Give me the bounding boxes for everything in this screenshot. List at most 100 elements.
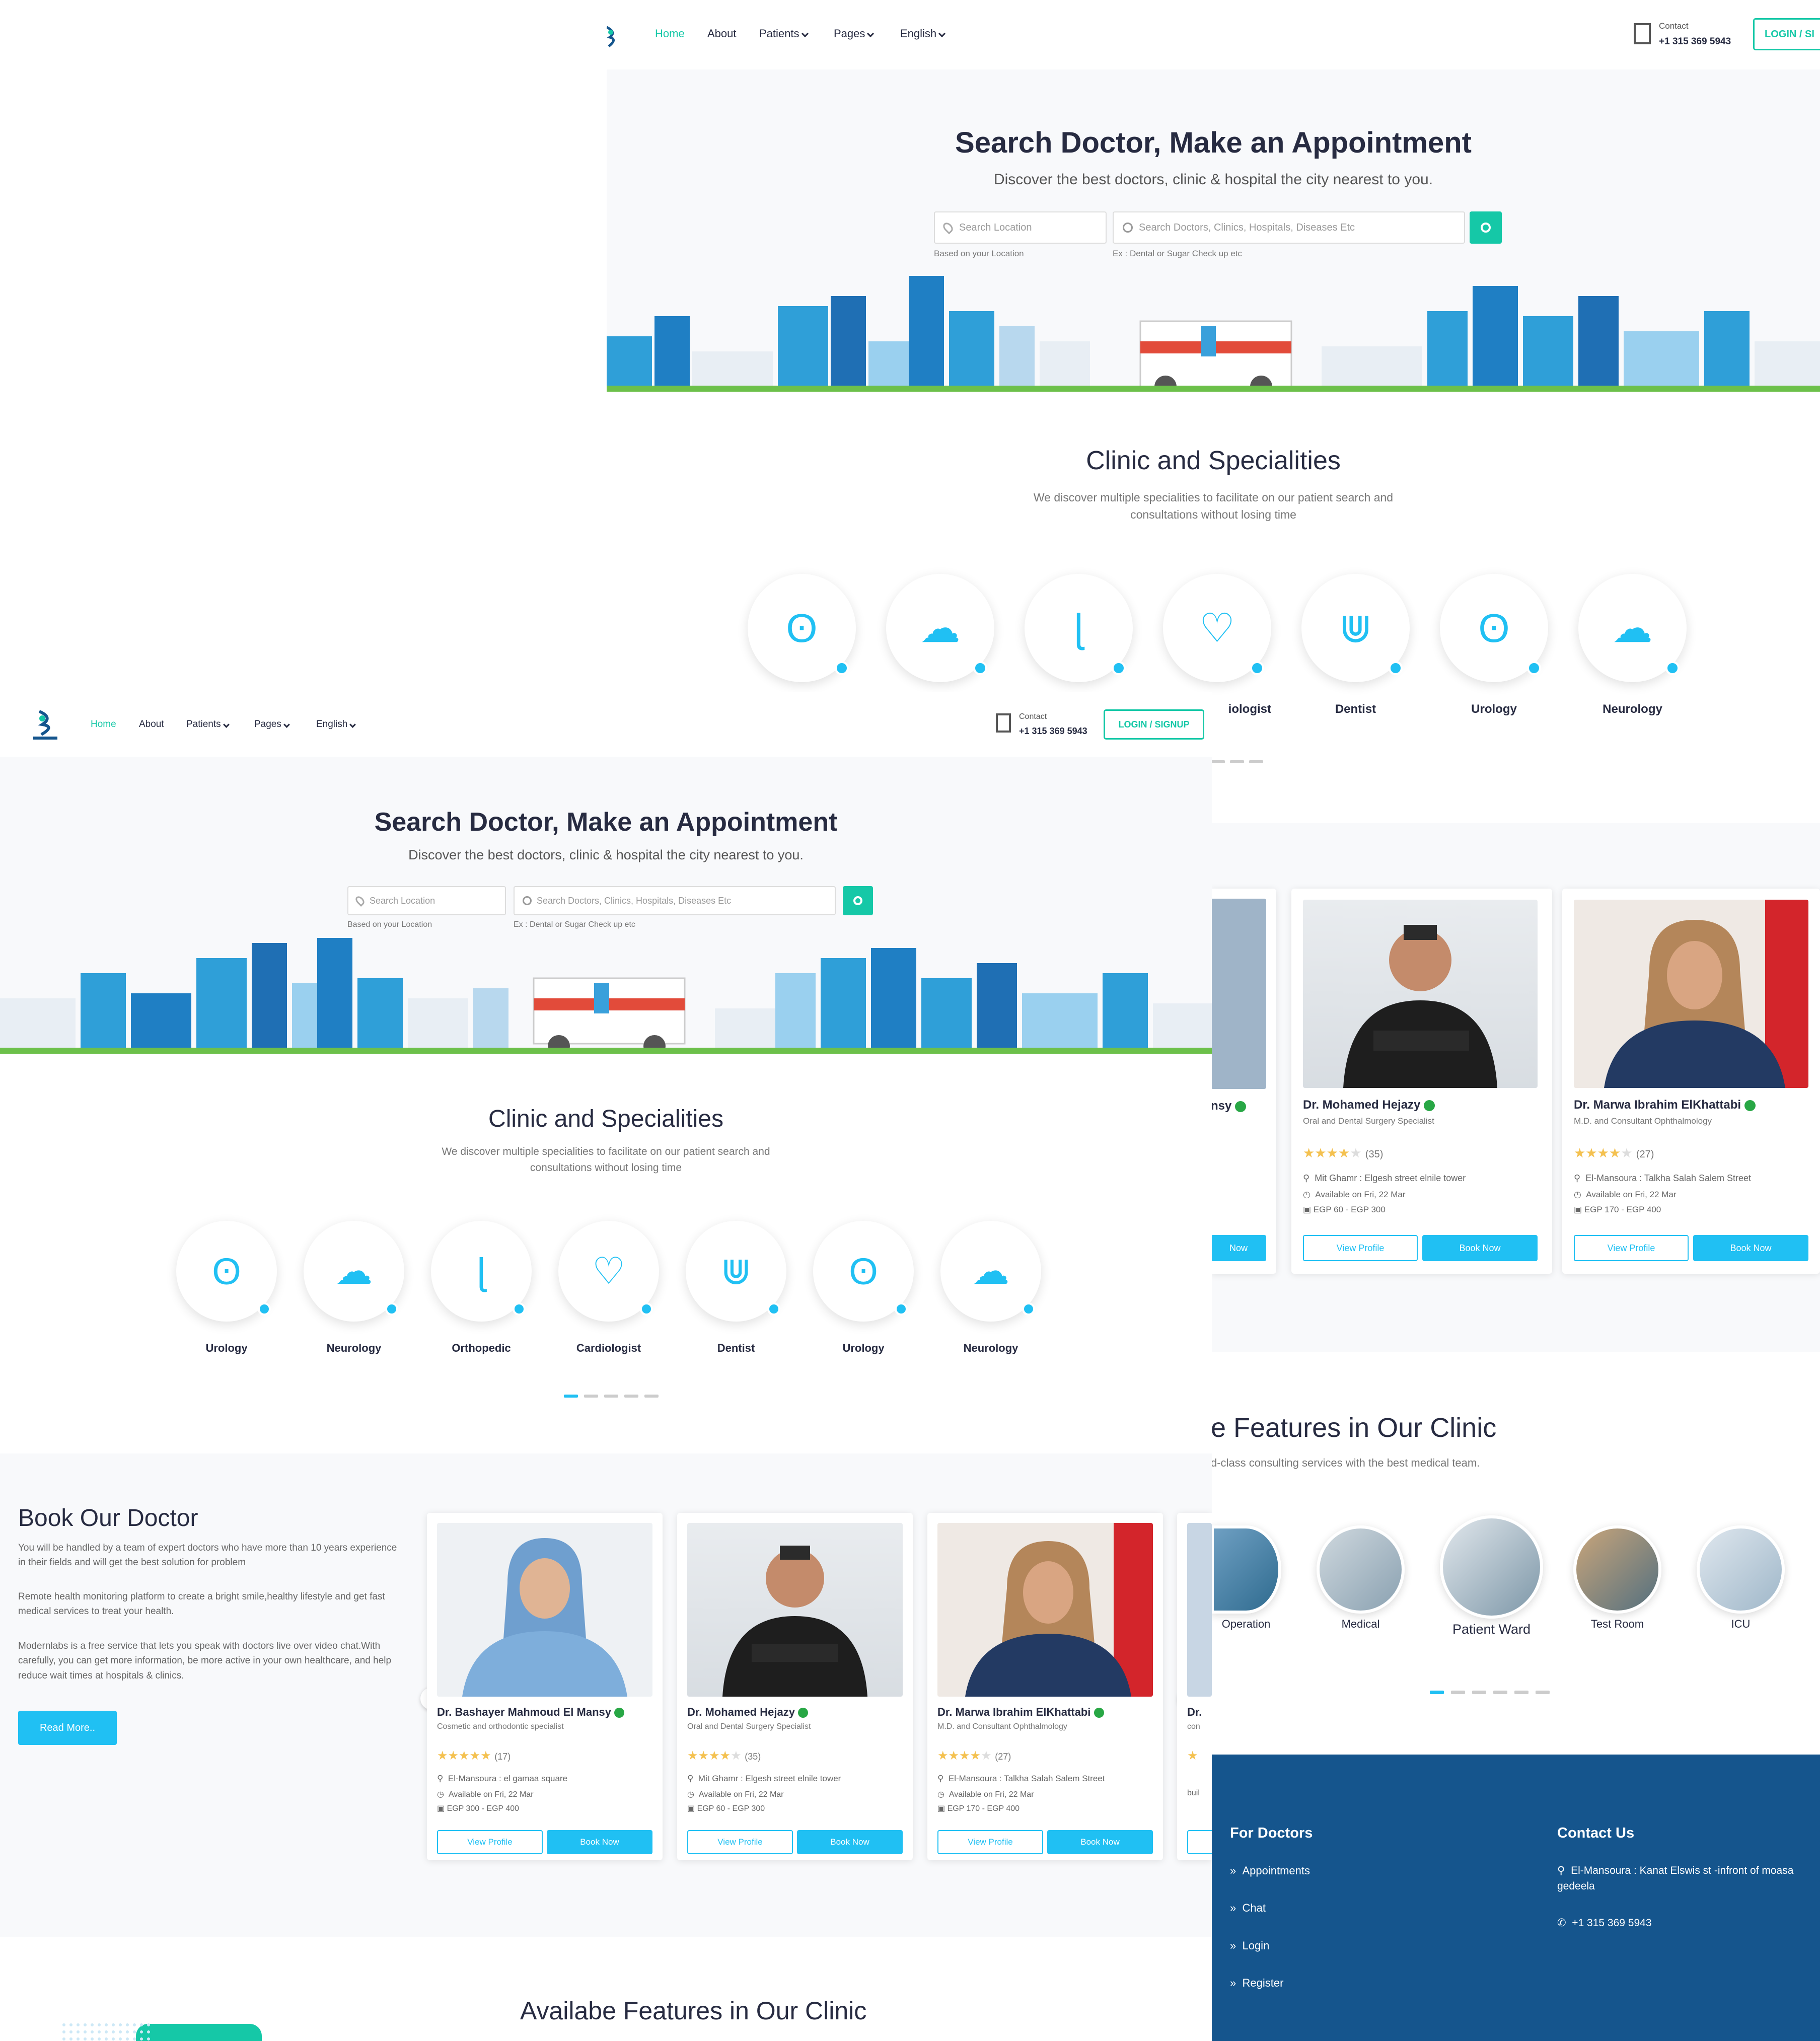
doctor-name[interactable]: Dr. Bashayer Mahmoud El Mansy — [437, 1706, 625, 1719]
view-profile-button[interactable]: View Profile — [1303, 1235, 1418, 1261]
feature-item[interactable]: Operation — [1211, 1525, 1281, 1631]
nav-home[interactable]: Home — [655, 27, 685, 40]
book-now-button[interactable]: Now — [1211, 1235, 1266, 1261]
kidney-icon: ʘ — [212, 1250, 241, 1292]
view-profile-button[interactable]: View Profile — [687, 1830, 793, 1854]
speciality-item[interactable]: ʘ Urology — [176, 1221, 277, 1355]
speciality-item[interactable]: ☁ Neurology — [304, 1221, 404, 1355]
feature-item[interactable]: ICU — [1697, 1525, 1785, 1631]
book-now-button[interactable]: Book Now — [1047, 1830, 1153, 1854]
speciality-item[interactable]: ♡ Cardiologist — [558, 1221, 659, 1355]
speciality-item[interactable]: ☁ — [886, 574, 994, 682]
speciality-item[interactable]: ɭ — [1025, 574, 1133, 682]
nav-pages[interactable]: Pages — [254, 719, 290, 730]
carousel-dot[interactable] — [1430, 1691, 1444, 1694]
carousel-dot[interactable] — [1493, 1691, 1507, 1694]
doctor-name-cut[interactable]: nsy — [1211, 1099, 1247, 1113]
doctor-search-input[interactable]: Search Doctors, Clinics, Hospitals, Dise… — [514, 886, 836, 915]
doctor-name[interactable]: Dr. Marwa Ibrahim ElKhattabi — [937, 1706, 1104, 1719]
nav-about[interactable]: About — [707, 27, 737, 40]
footer-link-appointments[interactable]: » Appointments — [1230, 1864, 1310, 1877]
feature-item[interactable]: Medical — [1317, 1525, 1405, 1631]
nav-pages[interactable]: Pages — [834, 27, 875, 40]
doctor-photo[interactable] — [1187, 1523, 1212, 1697]
doctor-name[interactable]: Dr. Marwa Ibrahim ElKhattabi — [1574, 1098, 1756, 1112]
footer-phone[interactable]: ✆ +1 315 369 5943 — [1557, 1917, 1652, 1929]
search-button[interactable] — [843, 886, 873, 915]
doctor-name[interactable]: Dr. Mohamed Hejazy — [687, 1706, 809, 1719]
carousel-dot[interactable] — [644, 1395, 659, 1398]
speciality-item[interactable]: ☁ Neurology — [940, 1221, 1041, 1355]
doctor-location: ⚲ Mit Ghamr : Elgesh street elnile tower — [687, 1774, 841, 1783]
nav-home[interactable]: Home — [91, 719, 116, 730]
footer-link-register[interactable]: » Register — [1230, 1977, 1283, 1990]
carousel-dot[interactable] — [1514, 1691, 1528, 1694]
doctor-search-input[interactable]: Search Doctors, Clinics, Hospitals, Dise… — [1113, 211, 1465, 244]
doctor-photo[interactable] — [687, 1523, 903, 1697]
speciality-item[interactable]: ʘ Urology — [1440, 574, 1548, 716]
doctor-photo[interactable] — [1303, 900, 1538, 1088]
speciality-item[interactable]: ⋓ Dentist — [686, 1221, 786, 1355]
doctor-photo[interactable] — [937, 1523, 1153, 1697]
read-more-button[interactable]: Read More.. — [18, 1711, 117, 1745]
contact-phone[interactable]: +1 315 369 5943 — [1659, 36, 1731, 47]
view-profile-button[interactable]: View Profile — [937, 1830, 1043, 1854]
view-profile-button[interactable]: View Profile — [1574, 1235, 1689, 1261]
speciality-item[interactable]: ɭ Orthopedic — [431, 1221, 532, 1355]
footer-link-login[interactable]: » Login — [1230, 1939, 1269, 1952]
doctor-photo[interactable] — [1574, 900, 1808, 1088]
verified-icon — [1744, 1100, 1756, 1111]
carousel-dot[interactable] — [1472, 1691, 1486, 1694]
site-logo[interactable] — [30, 707, 60, 743]
login-signup-button[interactable]: LOGIN / SI — [1753, 18, 1820, 50]
nav-pages-label: Pages — [834, 27, 865, 40]
carousel-dot[interactable] — [1536, 1691, 1550, 1694]
nav-about[interactable]: About — [139, 719, 164, 730]
carousel-dot[interactable] — [1230, 760, 1244, 763]
doctor-name-cut[interactable]: Dr. — [1187, 1706, 1202, 1719]
carousel-dot[interactable] — [564, 1395, 578, 1398]
speciality-circle: ☁ — [304, 1221, 404, 1322]
speciality-circle: ⋓ — [686, 1221, 786, 1322]
speciality-item[interactable]: ʘ — [748, 574, 856, 682]
map-pin-icon — [353, 894, 367, 907]
verified-icon — [798, 1708, 809, 1718]
carousel-dot[interactable] — [1211, 760, 1225, 763]
location-search-input[interactable]: Search Location — [934, 211, 1107, 244]
book-now-button[interactable]: Book Now — [547, 1830, 652, 1854]
book-now-button[interactable]: Book Now — [797, 1830, 903, 1854]
site-logo[interactable] — [607, 22, 622, 52]
nav-language[interactable]: English — [316, 719, 356, 730]
nav-patients[interactable]: Patients — [186, 719, 230, 730]
book-now-button[interactable]: Book Now — [1422, 1235, 1538, 1261]
login-signup-button[interactable]: LOGIN / SIGNUP — [1104, 709, 1204, 740]
doctor-name[interactable]: Dr. Mohamed Hejazy — [1303, 1098, 1435, 1112]
nav-language[interactable]: English — [900, 27, 946, 40]
location-search-input[interactable]: Search Location — [347, 886, 506, 915]
doctor-photo[interactable] — [1211, 899, 1266, 1089]
price-text: EGP 60 - EGP 300 — [697, 1804, 765, 1813]
carousel-dot[interactable] — [624, 1395, 638, 1398]
nav-patients[interactable]: Patients — [759, 27, 809, 40]
carousel-dot[interactable] — [604, 1395, 618, 1398]
nav-pages-label: Pages — [254, 719, 281, 730]
carousel-dot[interactable] — [1451, 1691, 1465, 1694]
doctor-availability: ◷ Available on Fri, 22 Mar — [687, 1790, 784, 1799]
availability-text: Available on Fri, 22 Mar — [448, 1790, 534, 1799]
status-dot — [1665, 661, 1680, 675]
doctor-photo[interactable] — [437, 1523, 652, 1697]
book-now-button[interactable]: Book Now — [1693, 1235, 1808, 1261]
speciality-item[interactable]: ʘ Urology — [813, 1221, 914, 1355]
speciality-item[interactable]: ⋓ Dentist — [1301, 574, 1410, 716]
view-profile-button[interactable] — [1187, 1830, 1212, 1854]
feature-item[interactable]: Test Room — [1573, 1525, 1661, 1631]
search-button[interactable] — [1470, 211, 1502, 244]
footer-link-chat[interactable]: » Chat — [1230, 1902, 1266, 1915]
carousel-dot[interactable] — [1249, 760, 1263, 763]
feature-item[interactable]: Patient Ward — [1440, 1515, 1543, 1637]
carousel-dot[interactable] — [584, 1395, 598, 1398]
speciality-label: Neurology — [1603, 702, 1662, 716]
view-profile-button[interactable]: View Profile — [437, 1830, 543, 1854]
contact-phone[interactable]: +1 315 369 5943 — [1019, 726, 1087, 737]
speciality-item[interactable]: ☁ Neurology — [1578, 574, 1687, 716]
